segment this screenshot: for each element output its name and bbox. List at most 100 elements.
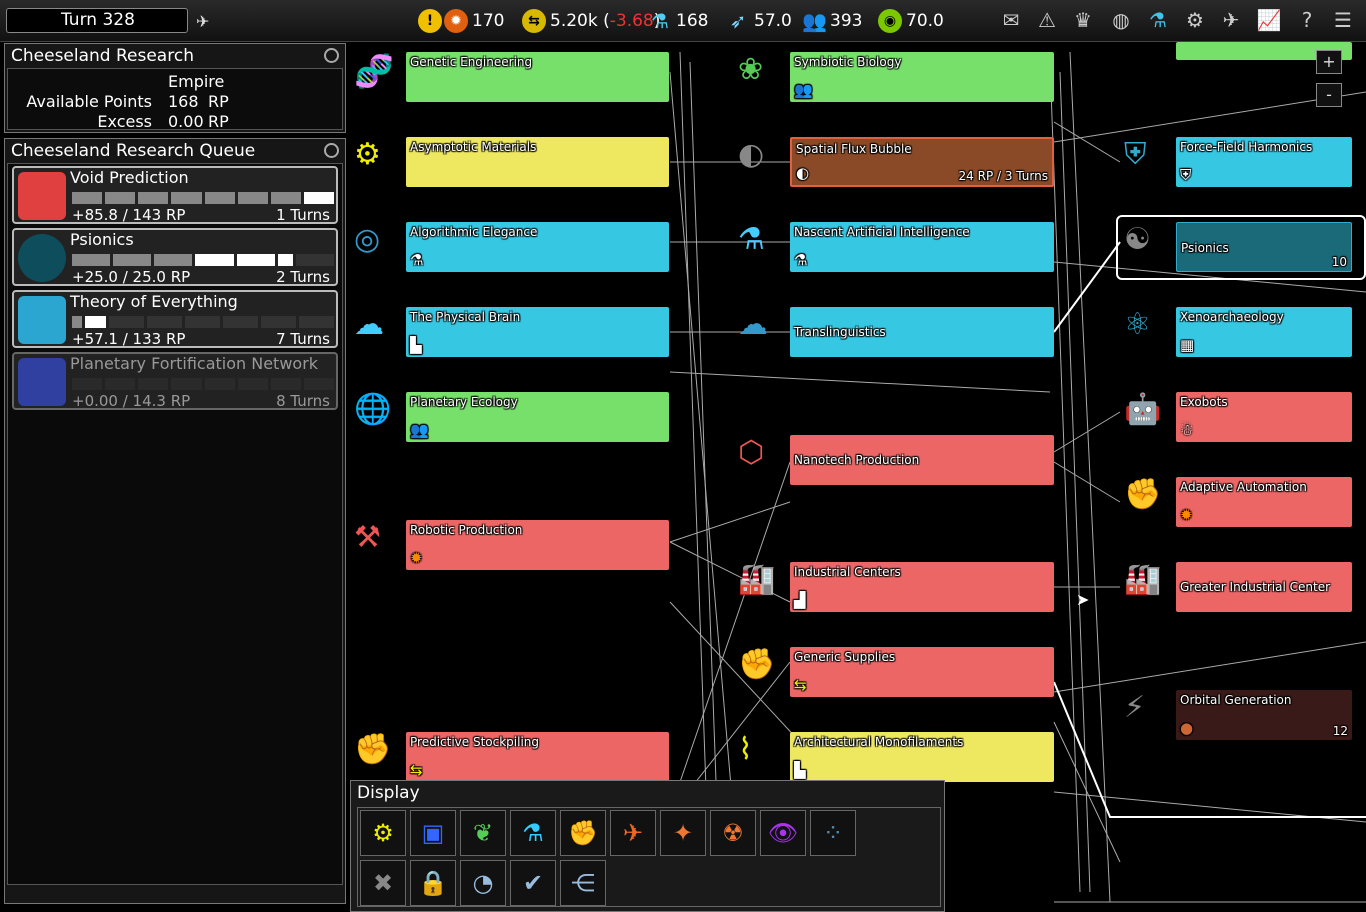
- gear-category-icon[interactable]: ⚙: [360, 810, 406, 856]
- display-panel: Display ⚙ ▣ ❦ ⚗ ✊ ✈ ✦ ☢ 👁 ⁘ ✖ 🔒 ◔ ✔ ⋲: [350, 780, 945, 912]
- partial-filter-icon[interactable]: ◔: [460, 860, 506, 906]
- research-flask-icon[interactable]: ⚗: [1143, 5, 1173, 35]
- tech-label: Greater Industrial Center: [1180, 580, 1331, 594]
- tech-label: Translinguistics: [794, 325, 886, 339]
- soldiers-icon: [18, 358, 66, 406]
- rocket-icon: ➶: [729, 9, 747, 33]
- tech-label: Symbiotic Biology: [794, 55, 902, 69]
- tree-view-icon[interactable]: ⋲: [560, 860, 606, 906]
- tech-label: Adaptive Automation: [1180, 480, 1307, 494]
- alert-indicator[interactable]: !: [418, 9, 446, 33]
- tech-symbiotic-biology[interactable]: Symbiotic Biology 👥: [790, 52, 1054, 102]
- graphs-icon[interactable]: 📈: [1254, 5, 1284, 35]
- tech-spatial-flux-bubble[interactable]: Spatial Flux Bubble ◐ 24 RP / 3 Turns: [790, 137, 1054, 187]
- tech-the-physical-brain[interactable]: The Physical Brain ▙: [406, 307, 669, 357]
- close-button[interactable]: [324, 48, 339, 63]
- situation-report-icon[interactable]: ⚠: [1032, 5, 1062, 35]
- tech-label: Robotic Production: [410, 523, 523, 537]
- tech-exobots[interactable]: Exobots ☃: [1176, 392, 1352, 442]
- tech-predictive-stockpiling[interactable]: Predictive Stockpiling ⇆: [406, 732, 669, 782]
- progress-bar: [72, 254, 334, 266]
- leaf-category-icon[interactable]: ❦: [460, 810, 506, 856]
- research-stat[interactable]: ⚗ 168: [648, 9, 708, 33]
- flask-category-icon[interactable]: ⚗: [510, 810, 556, 856]
- complete-filter-icon[interactable]: ✔: [510, 860, 556, 906]
- influence-stat[interactable]: ⇆ 5.20k (-3.68): [522, 9, 660, 33]
- menu-icon[interactable]: ☰: [1328, 5, 1358, 35]
- dots-category-icon[interactable]: ⁘: [810, 810, 856, 856]
- growth-category-icon[interactable]: ▣: [410, 810, 456, 856]
- excess-unit: RP: [208, 112, 229, 131]
- gear-icon: ⚙: [354, 137, 381, 172]
- queue-item-planetary-fortification[interactable]: Planetary Fortification Network +0.00 / …: [12, 352, 338, 410]
- tech-greater-industrial-center[interactable]: Greater Industrial Center: [1176, 562, 1352, 612]
- tech-nanotech-production[interactable]: Nanotech Production: [790, 435, 1054, 485]
- zoom-in-button[interactable]: +: [1316, 50, 1342, 74]
- available-unit: RP: [208, 92, 229, 111]
- tech-label: Orbital Generation: [1180, 693, 1292, 707]
- population-value: 393: [830, 11, 863, 31]
- tech-force-field-harmonics[interactable]: Force-Field Harmonics ⛨: [1176, 137, 1352, 187]
- shield-icon: ⛨: [1180, 166, 1192, 184]
- tech-translinguistics[interactable]: Translinguistics: [790, 307, 1054, 357]
- auto-turn-icon[interactable]: ✈: [196, 12, 214, 31]
- design-icon[interactable]: ✈: [1216, 5, 1246, 35]
- queue-item-turns: 8 Turns: [276, 392, 330, 410]
- queue-item-name: Psionics: [70, 230, 134, 249]
- queue-item-theory-of-everything[interactable]: Theory of Everything +57.1 / 133 RP 7 Tu…: [12, 290, 338, 348]
- tech-generic-supplies[interactable]: Generic Supplies ⇆: [790, 647, 1054, 697]
- production-fist-icon: ✊: [738, 647, 776, 682]
- planet-icon: ●: [1180, 719, 1194, 737]
- production-category-icon[interactable]: ✊: [560, 810, 606, 856]
- globe-icon: 🌐: [354, 392, 392, 427]
- tech-label: Genetic Engineering: [410, 55, 533, 69]
- tech-robotic-production[interactable]: Robotic Production ✹: [406, 520, 669, 570]
- tech-planetary-ecology[interactable]: Planetary Ecology 👥: [406, 392, 669, 442]
- tech-xenoarchaeology[interactable]: Xenoarchaeology ▦: [1176, 307, 1352, 357]
- help-icon[interactable]: ?: [1292, 5, 1322, 35]
- empires-crown-icon[interactable]: ♛: [1068, 5, 1098, 35]
- robot-icon: 🤖: [1124, 392, 1162, 427]
- population-icon: 👥: [794, 81, 813, 99]
- influence-paren-open: (: [597, 11, 610, 31]
- production-fist-icon: ✊: [354, 732, 392, 767]
- brain-icon: ☁: [738, 307, 768, 342]
- unavailable-filter-icon[interactable]: ✖: [360, 860, 406, 906]
- defense-category-icon[interactable]: ✦: [660, 810, 706, 856]
- tech-algorithmic-elegance[interactable]: Algorithmic Elegance ⚗: [406, 222, 669, 272]
- queue-item-psionics[interactable]: Psionics +25.0 / 25.0 RP 2 Turns: [12, 228, 338, 286]
- messages-icon[interactable]: ✉: [996, 5, 1026, 35]
- objects-icon[interactable]: ◍: [1106, 5, 1136, 35]
- turn-button[interactable]: Turn 328: [6, 8, 188, 33]
- tech-psionics[interactable]: Psionics 10: [1176, 222, 1352, 272]
- tech-orbital-generation[interactable]: Orbital Generation ● 12: [1176, 690, 1352, 740]
- tech-cost: 24 RP / 3 Turns: [958, 169, 1048, 183]
- influence-icon: ⇆: [410, 761, 423, 779]
- tech-industrial-centers[interactable]: Industrial Centers ▟: [790, 562, 1054, 612]
- close-button[interactable]: [324, 143, 339, 158]
- population-icon: 👥: [410, 421, 429, 439]
- tech-architectural-monofilaments[interactable]: Architectural Monofilaments ▙: [790, 732, 1054, 782]
- factory-icon: 🏭: [1124, 562, 1162, 597]
- tech-nascent-ai[interactable]: Nascent Artificial Intelligence ⚗: [790, 222, 1054, 272]
- queue-item-name: Void Prediction: [70, 168, 189, 187]
- production-gear-icon[interactable]: ⚙: [1180, 5, 1210, 35]
- tech-label: Generic Supplies: [794, 650, 896, 664]
- hazard-category-icon[interactable]: ☢: [710, 810, 756, 856]
- industry-stat[interactable]: ✹ 170: [444, 9, 504, 33]
- tech-label: Predictive Stockpiling: [410, 735, 540, 749]
- flask-icon: ⚗: [738, 222, 765, 257]
- tech-asymptotic-materials[interactable]: Asymptotic Materials: [406, 137, 669, 187]
- stability-stat[interactable]: ◉ 70.0: [878, 9, 944, 33]
- tech-genetic-engineering[interactable]: Genetic Engineering: [406, 52, 669, 102]
- queue-item-void-prediction[interactable]: Void Prediction +85.8 / 143 RP 1 Turns: [12, 166, 338, 224]
- progress-bar: [72, 378, 334, 390]
- ship-category-icon[interactable]: ✈: [610, 810, 656, 856]
- eye-category-icon[interactable]: 👁: [760, 810, 806, 856]
- locked-filter-icon[interactable]: 🔒: [410, 860, 456, 906]
- queue-item-turns: 2 Turns: [276, 268, 330, 286]
- tech-adaptive-automation[interactable]: Adaptive Automation ✹: [1176, 477, 1352, 527]
- population-stat[interactable]: 👥 393: [802, 9, 862, 33]
- zoom-out-button[interactable]: -: [1316, 83, 1342, 107]
- trade-stat[interactable]: ➶ 57.0: [726, 9, 792, 33]
